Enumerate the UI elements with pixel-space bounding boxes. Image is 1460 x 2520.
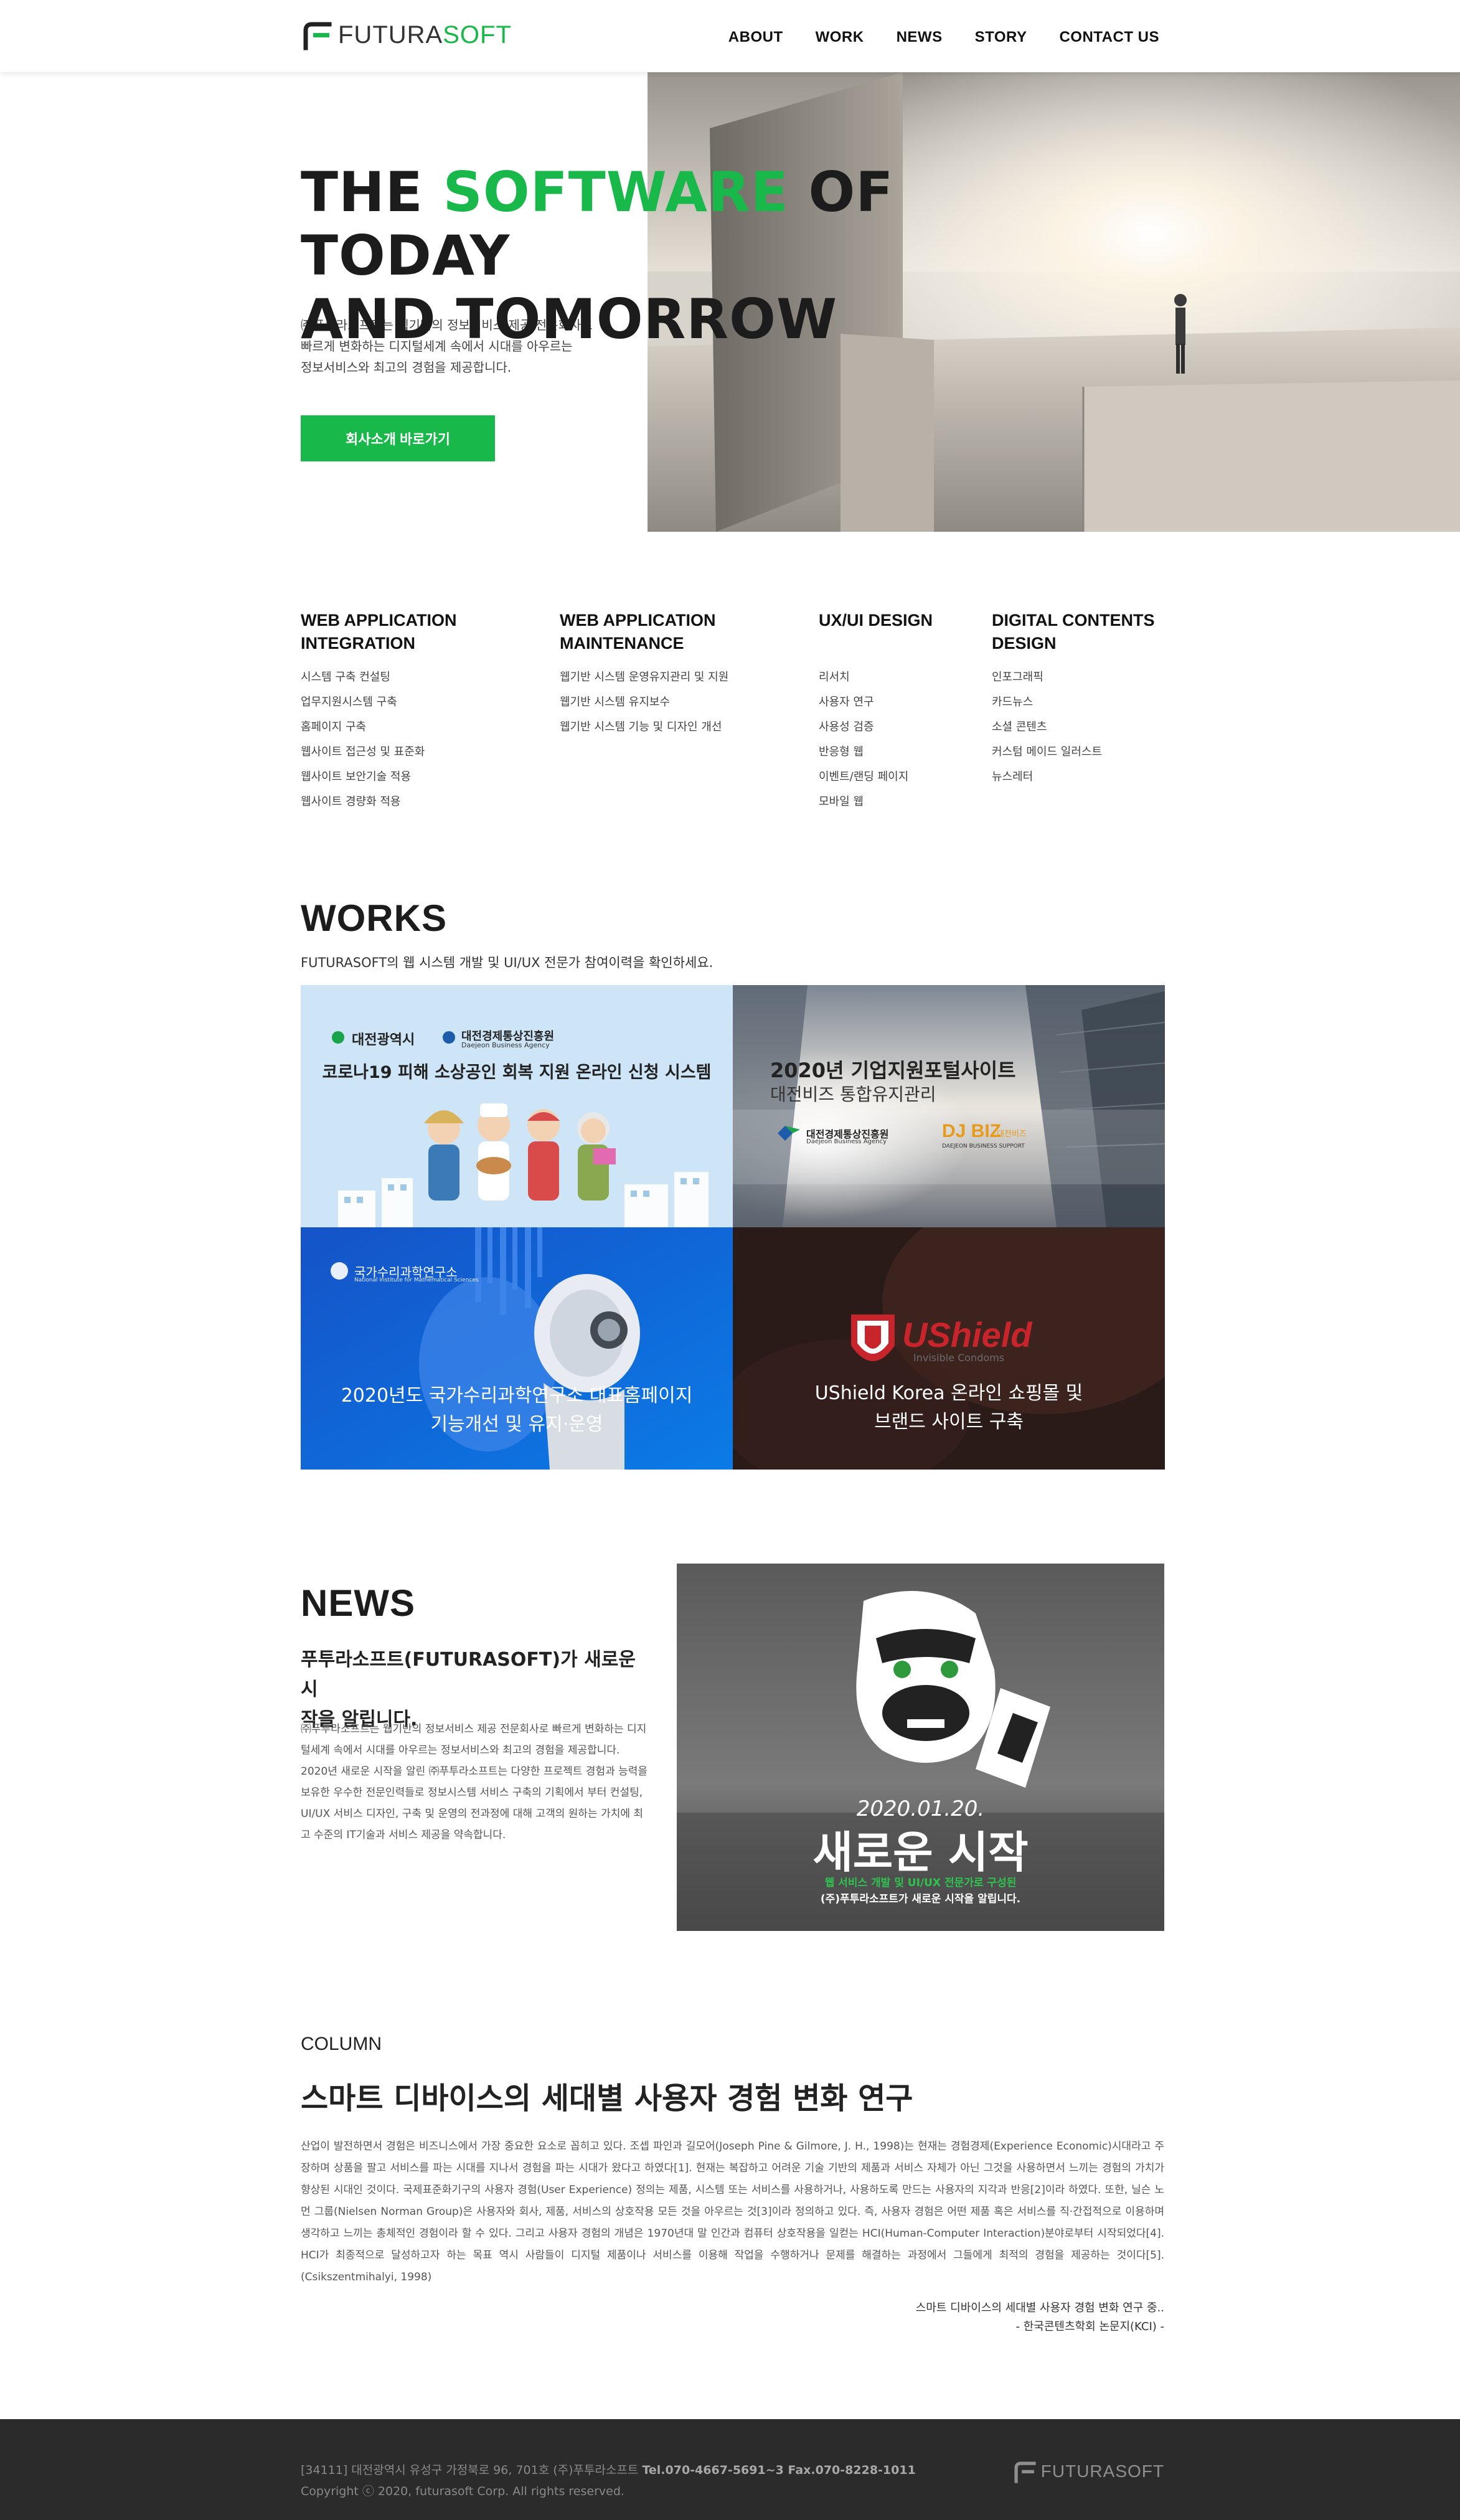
tile2-caption-1: 2020년 기업지원포털사이트 (770, 1059, 1016, 1082)
logo-text-futura: FUTURA (338, 21, 443, 49)
futurasoft-footer-logo-icon (1014, 2461, 1036, 2483)
column-body: 산업이 발전하면서 경험은 비즈니스에서 가장 중요한 요소로 꼽히고 있다. … (301, 2140, 1164, 2283)
tile1-org-dba-en: Daejeon Business Agency (461, 1041, 550, 1049)
footer-address: [34111] 대전광역시 유성구 가정북로 96, 701호 (주)푸투라소프… (301, 2461, 916, 2478)
service-item: 모바일 웹 (819, 795, 864, 808)
news-image[interactable]: 2020.01.20. 새로운 시작 웹 서비스 개발 및 UI/UX 전문가로… (677, 1564, 1164, 1931)
footer-address-text: [34111] 대전광역시 유성구 가정북로 96, 701호 (주)푸투라소프… (301, 2463, 643, 2477)
tile4-brand-sub: Invisible Condoms (913, 1352, 1005, 1364)
tile4-brand-logo: UShield (902, 1315, 1032, 1354)
hero-title-software: SOFTWARE (443, 160, 789, 224)
news-headline-line: 푸투라소프트(FUTURASOFT)가 새로운 시 (301, 1649, 636, 1701)
nav-news[interactable]: NEWS (897, 29, 943, 46)
nav-contact-us[interactable]: CONTACT US (1059, 29, 1159, 46)
column-source: 스마트 디바이스의 세대별 사용자 경험 변화 연구 중.. (915, 2301, 1164, 2315)
company-intro-button[interactable]: 회사소개 바로가기 (301, 415, 495, 461)
news-title: NEWS (301, 1582, 415, 1624)
nav-story[interactable]: STORY (975, 29, 1027, 46)
tile3-caption-2: 기능개선 및 유지·운영 (430, 1413, 603, 1435)
service-item: 웹사이트 경량화 적용 (301, 795, 401, 808)
footer-logo-text: FUTURASOFT (1040, 2461, 1164, 2481)
service-item: 홈페이지 구축 (301, 720, 367, 734)
work-tile-covid-support[interactable]: 대전광역시 대전경제통상진흥원 Daejeon Business Agency … (301, 985, 733, 1227)
service-item: 웹사이트 접근성 및 표준화 (301, 745, 425, 758)
hero-title-line2: AND TOMORROW (301, 287, 838, 351)
service-title: DIGITAL CONTENTS DESIGN (992, 611, 1155, 653)
service-digital-contents: DIGITAL CONTENTS DESIGN 인포그래픽 카드뉴스 소셜 콘텐츠… (992, 609, 1155, 790)
tile3-org-en: National Institute for Mathematical Scie… (354, 1277, 479, 1283)
hero-title-the: THE (301, 160, 443, 224)
service-item: 웹사이트 보안기술 적용 (301, 770, 412, 783)
news-image-line1: 웹 서비스 개발 및 UI/UX 전문가로 구성된 (824, 1877, 1017, 1889)
service-web-integration: WEB APPLICATION INTEGRATION 시스템 구축 컨설팅 업무… (301, 609, 457, 814)
hero-title: THE SOFTWARE OF TODAY AND TOMORROW (301, 161, 1110, 351)
tile2-caption-2: 대전비즈 통합유지관리 (770, 1084, 936, 1105)
footer-tel: Tel.070-4667-5691~3 Fax.070-8228-1011 (642, 2463, 916, 2477)
nav-work[interactable]: WORK (816, 29, 864, 46)
service-item: 시스템 구축 컨설팅 (301, 671, 390, 684)
service-item: 인포그래픽 (992, 671, 1043, 684)
nav-about[interactable]: ABOUT (728, 29, 783, 46)
main-nav: ABOUT WORK NEWS STORY CONTACT US (728, 29, 1159, 46)
works-title: WORKS (301, 897, 447, 939)
service-uxui-design: UX/UI DESIGN 리서치 사용자 연구 사용성 검증 반응형 웹 이벤트… (819, 609, 933, 814)
tile4-caption-2: 브랜드 사이트 구축 (874, 1411, 1024, 1433)
logo[interactable]: FUTURASOFT (301, 17, 512, 52)
service-item: 커스텀 메이드 일러스트 (992, 745, 1103, 758)
service-item: 이벤트/랜딩 페이지 (819, 770, 909, 783)
service-title: WEB APPLICATION MAINTENANCE (560, 611, 716, 653)
tile1-caption: 코로나19 피해 소상공인 회복 지원 온라인 신청 시스템 (322, 1063, 712, 1082)
footer-logo[interactable]: FUTURASOFT (1012, 2460, 1164, 2483)
news-body: ㈜푸투라소프트는 웹기반의 정보서비스 제공 전문회사로 빠르게 변화하는 디지… (301, 1723, 648, 1841)
work-tile-djbiz-portal[interactable]: 2020년 기업지원포털사이트 대전비즈 통합유지관리 대전경제통상진흥원 Da… (733, 985, 1165, 1227)
logo-text-soft: SOFT (443, 21, 512, 49)
service-web-maintenance: WEB APPLICATION MAINTENANCE 웹기반 시스템 운영유지관… (560, 609, 728, 740)
service-item: 업무지원시스템 구축 (301, 696, 397, 709)
service-title: WEB APPLICATION INTEGRATION (301, 611, 457, 653)
service-item: 웹기반 시스템 기능 및 디자인 개선 (560, 720, 722, 734)
column-title[interactable]: 스마트 디바이스의 세대별 사용자 경험 변화 연구 (301, 2074, 913, 2117)
tile4-caption: UShield Korea 온라인 쇼핑몰 및 브랜드 사이트 구축 (733, 1379, 1165, 1437)
column-label: COLUMN (301, 2034, 382, 2054)
tile4-caption-1: UShield Korea 온라인 쇼핑몰 및 (814, 1382, 1083, 1404)
service-title: UX/UI DESIGN (819, 611, 933, 630)
news-image-title: 새로운 시작 (812, 1827, 1029, 1878)
service-item: 카드뉴스 (992, 696, 1034, 709)
tile2-djbiz-logo: DJ BIZ (942, 1121, 1002, 1141)
news-image-line2: (주)푸투라소프트가 새로운 시작을 알립니다. (820, 1893, 1021, 1905)
tile1-org-daejeon: 대전광역시 (352, 1032, 415, 1048)
service-item: 사용자 연구 (819, 696, 874, 709)
site-header: FUTURASOFT ABOUT WORK NEWS STORY CONTACT… (0, 0, 1460, 72)
service-item: 소셜 콘텐츠 (992, 720, 1047, 734)
tile2-org-dba-en: Daejeon Business Agency (806, 1138, 887, 1145)
service-item: 사용성 검증 (819, 720, 874, 734)
tile3-caption: 2020년도 국가수리과학연구소 대표홈페이지 기능개선 및 유지·운영 (301, 1382, 733, 1439)
futurasoft-logo-icon (303, 22, 332, 50)
work-tile-ushield[interactable]: UShield Invisible Condoms UShield Korea … (733, 1227, 1165, 1470)
tile2-djbiz-en: DAEJEON BUSINESS SUPPORT (942, 1143, 1025, 1149)
tile3-caption-1: 2020년도 국가수리과학연구소 대표홈페이지 (341, 1385, 693, 1407)
tile2-djbiz-sub: 대전비즈 (997, 1130, 1027, 1139)
service-item: 뉴스레터 (992, 770, 1034, 783)
footer-copyright: Copyright ⓒ 2020, futurasoft Corp. All r… (301, 2485, 624, 2498)
service-item: 웹기반 시스템 유지보수 (560, 696, 671, 709)
service-item: 리서치 (819, 671, 850, 684)
column-source-journal: - 한국콘텐츠학회 논문지(KCI) - (1015, 2320, 1165, 2333)
service-item: 웹기반 시스템 운영유지관리 및 지원 (560, 671, 729, 684)
hero-desc-line: 정보서비스와 최고의 경험을 제공합니다. (301, 360, 512, 375)
works-subtitle: FUTURASOFT의 웹 시스템 개발 및 UI/UX 전문가 참여이력을 확… (301, 955, 714, 970)
service-item: 반응형 웹 (819, 745, 864, 758)
work-tile-nims[interactable]: 국가수리과학연구소 National Institute for Mathema… (301, 1227, 733, 1470)
